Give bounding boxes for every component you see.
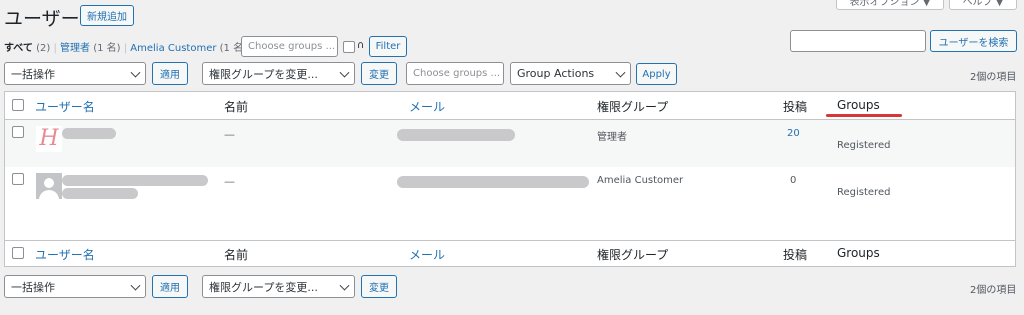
redacted-username — [62, 128, 116, 139]
col-username[interactable]: ユーザー名 — [35, 98, 95, 115]
page-title: ユーザー — [4, 8, 80, 30]
view-all[interactable]: すべて — [4, 43, 33, 54]
redacted-username-sub — [62, 188, 138, 199]
view-admin[interactable]: 管理者 — [60, 43, 90, 54]
screen-options-button[interactable]: 表示オプション ▼ — [836, 0, 944, 10]
chevron-down-icon — [339, 67, 350, 78]
users-table: ユーザー名 名前 メール 権限グループ 投稿 Groups H — 管理者 20… — [4, 91, 1016, 267]
view-separator: | — [123, 43, 128, 54]
items-count-bottom: 2個の項目 — [970, 285, 1017, 296]
user-search-input[interactable] — [790, 30, 926, 52]
groups-action-input[interactable]: Choose groups ... — [406, 62, 504, 85]
select-all-checkbox-footer[interactable] — [12, 247, 24, 259]
view-amelia[interactable]: Amelia Customer — [130, 43, 216, 54]
redacted-email — [397, 176, 589, 188]
row-posts-link[interactable]: 20 — [787, 128, 800, 139]
groups-filter-input[interactable]: Choose groups ... — [241, 36, 338, 57]
footer-divider — [5, 240, 1015, 241]
help-button[interactable]: ヘルプ ▼ — [949, 0, 1017, 10]
avatar: H — [36, 126, 62, 152]
col-groups-footer: Groups — [837, 246, 880, 260]
row-checkbox[interactable] — [12, 173, 24, 185]
bulk-action-select-bottom[interactable]: 一括操作 — [4, 275, 146, 298]
filter-button[interactable]: Filter — [369, 36, 407, 57]
group-actions-select[interactable]: Group Actions — [510, 62, 631, 85]
col-role: 権限グループ — [597, 100, 669, 114]
row-posts: 0 — [790, 175, 797, 186]
chevron-down-icon — [339, 280, 350, 291]
chevron-down-icon — [130, 280, 141, 291]
row-role: Amelia Customer — [597, 175, 684, 186]
col-groups: Groups — [837, 98, 880, 112]
col-username-footer[interactable]: ユーザー名 — [35, 246, 95, 263]
view-separator: | — [53, 43, 57, 54]
row-name: — — [224, 175, 235, 188]
groups-and-checkbox[interactable] — [343, 41, 355, 53]
col-email-footer[interactable]: メール — [409, 246, 445, 263]
row-role: 管理者 — [597, 132, 627, 143]
views-subsubsub: すべて (2) | 管理者 (1 名) | Amelia Customer (1… — [4, 39, 254, 54]
col-name-footer: 名前 — [224, 248, 249, 262]
col-posts: 投稿 — [783, 100, 808, 114]
and-symbol: ∩ — [357, 40, 365, 51]
bulk-apply-button[interactable]: 適用 — [152, 62, 188, 85]
bulk-apply-button-bottom[interactable]: 適用 — [152, 275, 188, 298]
row-name: — — [224, 128, 235, 141]
add-new-button[interactable]: 新規追加 — [80, 5, 134, 26]
change-role-button-bottom[interactable]: 変更 — [361, 275, 397, 298]
bulk-action-select[interactable]: 一括操作 — [4, 62, 146, 85]
redacted-email — [397, 129, 515, 141]
row-groups: Registered — [837, 187, 891, 198]
group-apply-button[interactable]: Apply — [636, 63, 677, 85]
table-row: — Amelia Customer 0 Registered — [5, 167, 1015, 240]
view-admin-count: (1 名) — [93, 43, 121, 54]
col-posts-footer: 投稿 — [783, 248, 808, 262]
col-name: 名前 — [224, 100, 249, 114]
view-all-count: (2) — [36, 43, 51, 54]
avatar — [36, 173, 62, 199]
col-role-footer: 権限グループ — [597, 248, 669, 262]
items-count: 2個の項目 — [970, 72, 1017, 83]
table-row: H — 管理者 20 Registered — [5, 120, 1015, 167]
change-role-select-bottom[interactable]: 権限グループを変更... — [202, 275, 355, 298]
chevron-down-icon — [128, 65, 140, 81]
col-email[interactable]: メール — [409, 98, 445, 115]
select-all-checkbox[interactable] — [12, 99, 24, 111]
row-groups: Registered — [837, 140, 891, 151]
search-users-button[interactable]: ユーザーを検索 — [930, 30, 1017, 52]
chevron-down-icon — [615, 67, 626, 78]
groups-underline — [826, 114, 902, 117]
change-role-select[interactable]: 権限グループを変更... — [202, 62, 355, 85]
change-role-button[interactable]: 変更 — [361, 62, 397, 85]
redacted-username — [62, 175, 208, 186]
row-checkbox[interactable] — [12, 126, 24, 138]
